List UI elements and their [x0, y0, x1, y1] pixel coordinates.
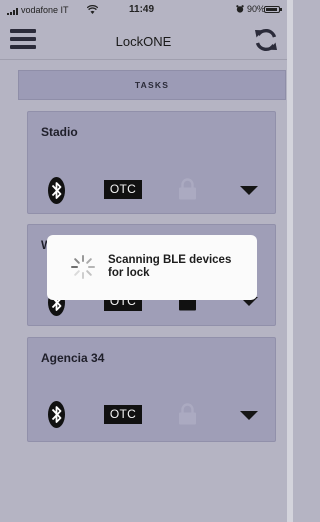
screen-edge: [287, 0, 293, 522]
device-name: Stadio: [41, 125, 78, 139]
device-card[interactable]: Agencia 34 OTC: [27, 337, 276, 442]
dialog-message-line: for lock: [108, 267, 150, 279]
device-name: Agencia 34: [41, 351, 105, 365]
bluetooth-icon[interactable]: [48, 177, 65, 204]
chevron-down-icon[interactable]: [240, 186, 258, 195]
lock-icon: [179, 178, 196, 200]
device-card[interactable]: Stadio OTC: [27, 111, 276, 214]
refresh-icon[interactable]: [253, 27, 279, 53]
chevron-down-icon[interactable]: [240, 411, 258, 420]
otc-button[interactable]: OTC: [104, 180, 142, 199]
battery-percent: 90%: [247, 4, 266, 14]
wifi-icon: [87, 5, 98, 14]
scanning-dialog: Scanning BLE devices for lock: [47, 235, 257, 300]
status-bar: vodafone IT 11:49 90%: [0, 0, 287, 20]
carrier-label: vodafone IT: [21, 5, 69, 15]
spinner-icon: [71, 255, 95, 279]
dialog-message-line: Scanning BLE devices: [108, 254, 232, 266]
bluetooth-icon[interactable]: [48, 401, 65, 428]
app-screen: vodafone IT 11:49 90% LockONE TASKS Stad…: [0, 0, 293, 522]
lock-icon: [179, 403, 196, 425]
battery-icon: [264, 6, 282, 13]
clock: 11:49: [129, 4, 155, 15]
nav-bar: LockONE: [0, 20, 287, 60]
dialog-message: Scanning BLE devices for lock: [108, 254, 248, 280]
tasks-button[interactable]: TASKS: [18, 70, 286, 100]
alarm-icon: [236, 5, 244, 13]
app-title: LockONE: [115, 34, 172, 49]
otc-button[interactable]: OTC: [104, 405, 142, 424]
signal-icon: [7, 8, 19, 15]
